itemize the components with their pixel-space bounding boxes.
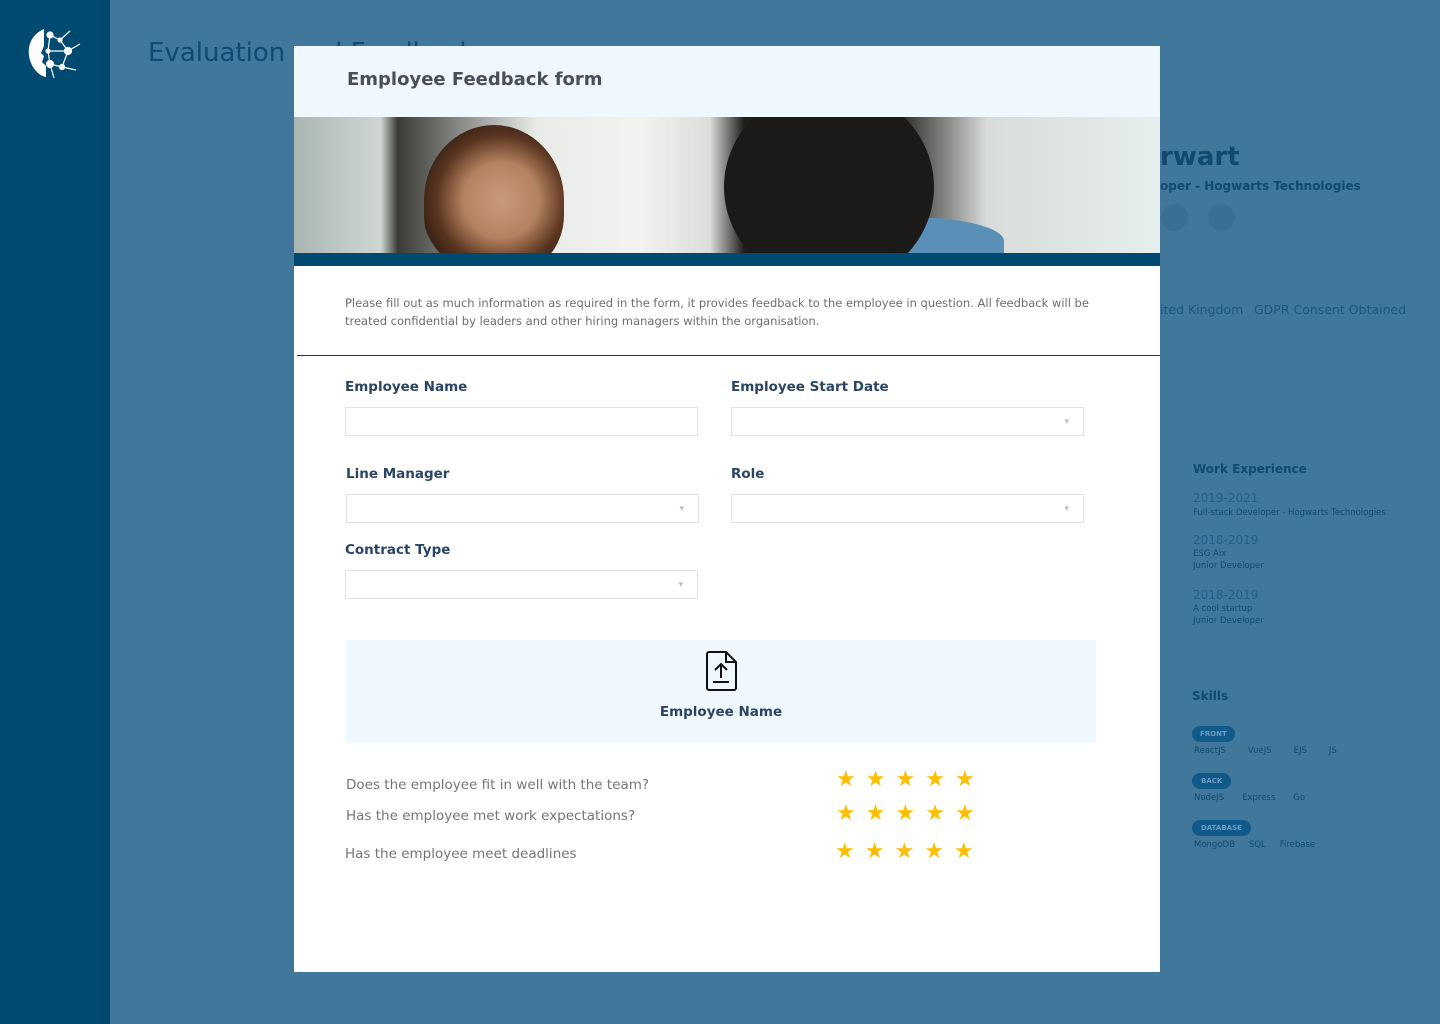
gdpr-status: GDPR Consent Obtained (1254, 302, 1407, 317)
skill-tag: DATABASE (1192, 820, 1251, 836)
star-icon[interactable]: ★ (954, 839, 984, 864)
skill: ReactJS (1194, 746, 1226, 756)
star-icon[interactable]: ★ (894, 839, 924, 864)
skill-group: DATABASE MongoDB SQL Firebase (1192, 815, 1337, 850)
work-line: A cool startup (1193, 604, 1253, 614)
skill: EJS (1293, 746, 1307, 756)
star-icon[interactable]: ★ (955, 801, 985, 826)
skill: NodeJS (1194, 793, 1225, 803)
header-photo (294, 117, 1160, 253)
skill: SQL (1248, 840, 1266, 850)
skill: Express (1242, 793, 1276, 803)
photo-person (724, 117, 934, 253)
work-years: 2018-2019 (1193, 533, 1259, 547)
skill: VueJS (1247, 746, 1272, 756)
modal-title: Employee Feedback form (347, 69, 603, 90)
chevron-down-icon: ▾ (678, 580, 683, 590)
work-experience-title: Work Experience (1193, 462, 1307, 476)
star-icon[interactable]: ★ (955, 767, 985, 792)
chevron-down-icon: ▾ (679, 504, 684, 514)
sidebar (0, 0, 110, 1024)
star-icon[interactable]: ★ (925, 767, 955, 792)
star-icon[interactable]: ★ (895, 801, 925, 826)
star-rating[interactable]: ★★★★★ (836, 801, 985, 826)
work-line: Junior Developer (1193, 561, 1264, 571)
star-icon[interactable]: ★ (836, 801, 866, 826)
upload-label: Employee Name (659, 704, 783, 720)
work-years: 2019-2021 (1193, 491, 1259, 505)
star-icon[interactable]: ★ (924, 839, 954, 864)
file-upload-icon (706, 651, 737, 691)
photo-person (424, 125, 564, 253)
rating-question: Has the employee meet deadlines (345, 846, 577, 862)
skill: Firebase (1279, 840, 1316, 850)
modal-header: Employee Feedback form (294, 46, 1160, 117)
star-icon[interactable]: ★ (836, 767, 866, 792)
skill-tag: BACK (1192, 773, 1232, 789)
employee-name-label: Employee Name (345, 379, 468, 395)
skill-group: FRONT ReactJS VueJS EJS JS (1192, 721, 1337, 768)
line-manager-select[interactable]: ▾ (346, 494, 699, 523)
skills-title: Skills (1192, 689, 1229, 703)
rating-question: Has the employee met work expectations? (346, 808, 636, 824)
social-icon[interactable] (1208, 204, 1235, 231)
work-line: Junior Developer (1193, 616, 1264, 626)
rating-question: Does the employee fit in well with the t… (346, 777, 650, 793)
contract-type-label: Contract Type (345, 542, 451, 558)
work-item: 2018-2019 ESG Aix Junior Developer (1193, 533, 1386, 588)
skill: JS (1328, 746, 1337, 756)
feedback-modal: Employee Feedback form Please fill out a… (294, 46, 1160, 972)
star-icon[interactable]: ★ (866, 801, 896, 826)
line-manager-label: Line Manager (346, 466, 450, 482)
star-icon[interactable]: ★ (865, 839, 895, 864)
form-description: Please fill out as much information as r… (345, 296, 1089, 328)
skill-tag: FRONT (1192, 726, 1235, 742)
star-icon[interactable]: ★ (866, 767, 896, 792)
employee-name-input[interactable] (345, 407, 698, 436)
file-upload-area[interactable]: Employee Name (346, 640, 1096, 743)
chevron-down-icon: ▾ (1064, 504, 1069, 514)
logo-icon (28, 29, 81, 79)
social-icon[interactable] (1161, 204, 1188, 231)
skills-list: FRONT ReactJS VueJS EJS JS BACK NodeJS Expre… (1192, 721, 1337, 850)
role-label: Role (731, 466, 765, 482)
skill: MongoDB (1194, 840, 1235, 850)
role-select[interactable]: ▾ (731, 494, 1084, 523)
divider (297, 355, 1160, 356)
accent-bar (294, 253, 1160, 266)
work-line: Full-stack Developer - Hogwarts Technolo… (1193, 508, 1386, 518)
location: ited Kingdom (1160, 302, 1244, 317)
start-date-select[interactable]: ▾ (731, 407, 1084, 436)
star-icon[interactable]: ★ (835, 839, 865, 864)
star-icon[interactable]: ★ (895, 767, 925, 792)
work-item: 2018-2019 A cool startup Junior Developer (1193, 588, 1386, 626)
work-list: 2019-2021 Full-stack Developer - Hogwarts… (1193, 491, 1386, 626)
work-years: 2018-2019 (1193, 588, 1259, 602)
star-rating[interactable]: ★★★★★ (835, 839, 984, 864)
start-date-label: Employee Start Date (731, 379, 889, 395)
contract-type-select[interactable]: ▾ (345, 570, 698, 599)
chevron-down-icon: ▾ (1064, 417, 1069, 427)
star-icon[interactable]: ★ (925, 801, 955, 826)
profile-subtitle: oper - Hogwarts Technologies (1160, 179, 1361, 193)
profile-name: rwart (1160, 142, 1240, 172)
star-rating[interactable]: ★★★★★ (836, 767, 985, 792)
work-line: ESG Aix (1193, 549, 1227, 559)
work-item: 2019-2021 Full-stack Developer - Hogwarts… (1193, 491, 1386, 533)
skill-group: BACK NodeJS Express Go (1192, 768, 1337, 815)
skill: Go (1293, 793, 1306, 803)
